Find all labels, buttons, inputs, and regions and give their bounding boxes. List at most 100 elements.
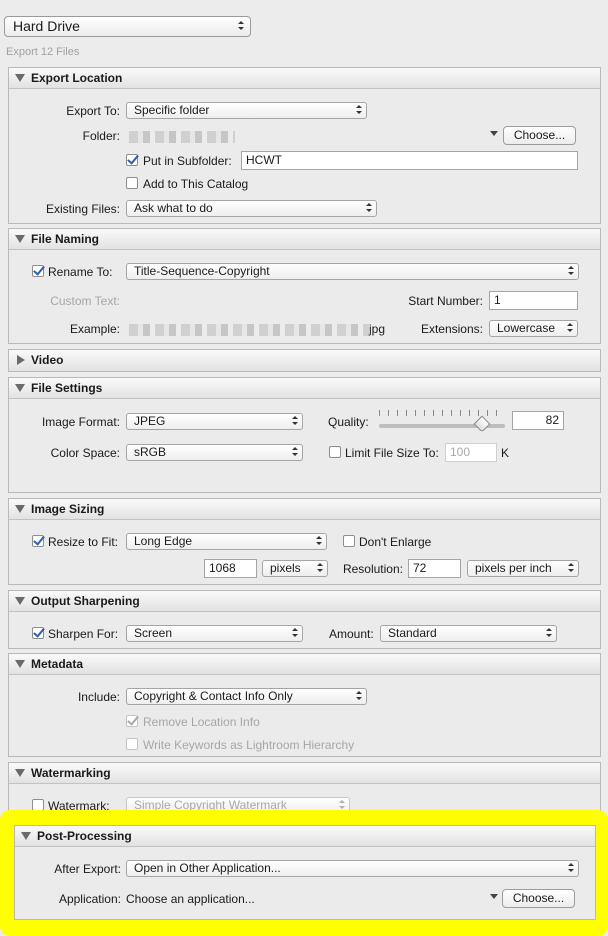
updown-arrows-icon xyxy=(568,266,574,277)
remove-location-checkbox[interactable] xyxy=(126,715,138,727)
resolution-label: Resolution: xyxy=(342,562,403,576)
dont-enlarge-label: Don't Enlarge xyxy=(359,535,432,549)
extensions-label: Extensions: xyxy=(420,322,483,336)
existing-files-label: Existing Files: xyxy=(45,202,120,216)
panel-title: Export Location xyxy=(31,71,123,85)
put-in-subfolder-label: Put in Subfolder: xyxy=(143,154,232,168)
panel-header-file-naming[interactable]: File Naming xyxy=(9,229,600,250)
panel-post-processing: Post-Processing After Export: Open in Ot… xyxy=(14,825,596,920)
disclosure-triangle-icon xyxy=(15,384,25,392)
panel-header-export-location[interactable]: Export Location xyxy=(9,68,600,89)
panel-header-metadata[interactable]: Metadata xyxy=(9,654,600,675)
updown-arrows-icon xyxy=(546,628,552,639)
updown-arrows-icon xyxy=(568,863,574,874)
panel-header-output-sharpening[interactable]: Output Sharpening xyxy=(9,591,600,612)
write-keywords-checkbox[interactable] xyxy=(126,738,138,750)
panel-title: Image Sizing xyxy=(31,502,105,516)
preset-select-label: Hard Drive xyxy=(13,18,80,34)
panel-title: Output Sharpening xyxy=(31,594,140,608)
application-label: Application: xyxy=(58,892,121,906)
panel-title: Watermarking xyxy=(31,766,111,780)
limit-file-size-label: Limit File Size To: xyxy=(345,446,439,460)
limit-file-size-unit: K xyxy=(501,446,510,460)
quality-label: Quality: xyxy=(328,415,369,429)
sharpen-for-value: Screen xyxy=(134,626,173,640)
sharpen-for-checkbox[interactable] xyxy=(32,627,44,639)
start-number-label: Start Number: xyxy=(408,294,483,308)
color-space-label: Color Space: xyxy=(50,446,120,460)
color-space-select[interactable]: sRGB xyxy=(126,444,303,461)
example-filename-redacted xyxy=(129,324,369,336)
after-export-label: After Export: xyxy=(54,862,121,876)
export-count: Export 12 Files xyxy=(6,46,80,58)
application-history-dropdown-icon[interactable] xyxy=(490,894,498,899)
rename-to-value: Title-Sequence-Copyright xyxy=(134,264,270,278)
preset-select[interactable]: Hard Drive xyxy=(4,16,251,37)
add-to-catalog-checkbox[interactable] xyxy=(126,177,138,189)
limit-file-size-input[interactable]: 100 xyxy=(445,443,497,462)
resize-to-fit-checkbox[interactable] xyxy=(32,535,44,547)
updown-arrows-icon xyxy=(356,691,362,702)
existing-files-select[interactable]: Ask what to do xyxy=(126,200,377,217)
folder-path-redacted xyxy=(129,131,235,143)
application-choose-button[interactable]: Choose... xyxy=(502,889,575,908)
subfolder-input[interactable]: HCWT xyxy=(241,151,578,170)
rename-to-checkbox[interactable] xyxy=(32,265,44,277)
folder-label: Folder: xyxy=(82,129,120,143)
extensions-select[interactable]: Lowercase xyxy=(489,320,578,337)
updown-arrows-icon xyxy=(317,563,323,574)
disclosure-triangle-icon xyxy=(15,660,25,668)
panel-header-image-sizing[interactable]: Image Sizing xyxy=(9,499,600,520)
include-select[interactable]: Copyright & Contact Info Only xyxy=(126,688,367,705)
panel-output-sharpening: Output Sharpening Sharpen For: Screen Am… xyxy=(8,590,601,649)
resolution-unit-select[interactable]: pixels per inch xyxy=(467,560,579,577)
limit-file-size-checkbox[interactable] xyxy=(329,446,341,458)
rename-to-select[interactable]: Title-Sequence-Copyright xyxy=(126,263,579,280)
panel-file-naming: File Naming Rename To: Title-Sequence-Co… xyxy=(8,228,601,344)
resize-to-fit-select[interactable]: Long Edge xyxy=(126,533,327,550)
disclosure-triangle-icon xyxy=(15,235,25,243)
after-export-select[interactable]: Open in Other Application... xyxy=(126,860,579,877)
resolution-input[interactable]: 72 xyxy=(408,559,461,578)
image-format-select[interactable]: JPEG xyxy=(126,413,303,430)
panel-header-post-processing[interactable]: Post-Processing xyxy=(15,826,595,847)
disclosure-triangle-icon xyxy=(15,505,25,513)
updown-arrows-icon xyxy=(292,447,298,458)
resolution-unit-value: pixels per inch xyxy=(475,561,552,575)
size-unit-select[interactable]: pixels xyxy=(262,560,328,577)
image-format-value: JPEG xyxy=(134,414,166,428)
panel-header-watermarking[interactable]: Watermarking xyxy=(9,763,600,784)
color-space-value: sRGB xyxy=(134,445,167,459)
disclosure-triangle-icon xyxy=(15,769,25,777)
sharpen-for-select[interactable]: Screen xyxy=(126,625,303,642)
updown-arrows-icon xyxy=(356,105,362,116)
updown-arrows-icon xyxy=(568,563,574,574)
example-label: Example: xyxy=(69,322,120,336)
add-to-catalog-label: Add to This Catalog xyxy=(143,177,249,191)
panel-file-settings: File Settings Image Format: JPEG Quality… xyxy=(8,377,601,493)
start-number-input[interactable]: 1 xyxy=(489,291,578,310)
rename-to-label: Rename To: xyxy=(48,265,113,279)
amount-select[interactable]: Standard xyxy=(380,625,557,642)
updown-arrows-icon xyxy=(238,21,244,32)
quality-slider-thumb[interactable] xyxy=(473,415,491,433)
put-in-subfolder-checkbox[interactable] xyxy=(126,154,138,166)
extensions-value: Lowercase xyxy=(497,321,556,335)
size-value-input[interactable]: 1068 xyxy=(204,559,257,578)
after-export-value: Open in Other Application... xyxy=(134,861,281,875)
panel-title: Video xyxy=(31,353,64,367)
export-to-select[interactable]: Specific folder xyxy=(126,102,367,119)
quality-input[interactable]: 82 xyxy=(512,411,564,430)
updown-arrows-icon xyxy=(366,203,372,214)
panel-title: Metadata xyxy=(31,657,84,671)
panel-header-file-settings[interactable]: File Settings xyxy=(9,378,600,399)
resize-to-fit-value: Long Edge xyxy=(134,534,193,548)
export-to-value: Specific folder xyxy=(134,103,210,117)
folder-choose-button[interactable]: Choose... xyxy=(503,126,576,145)
dont-enlarge-checkbox[interactable] xyxy=(343,535,355,547)
folder-history-dropdown-icon[interactable] xyxy=(490,131,498,136)
panel-title: File Naming xyxy=(31,232,100,246)
panel-header-video[interactable]: Video xyxy=(9,350,600,371)
panel-metadata: Metadata Include: Copyright & Contact In… xyxy=(8,653,601,757)
panel-title: Post-Processing xyxy=(37,829,132,843)
